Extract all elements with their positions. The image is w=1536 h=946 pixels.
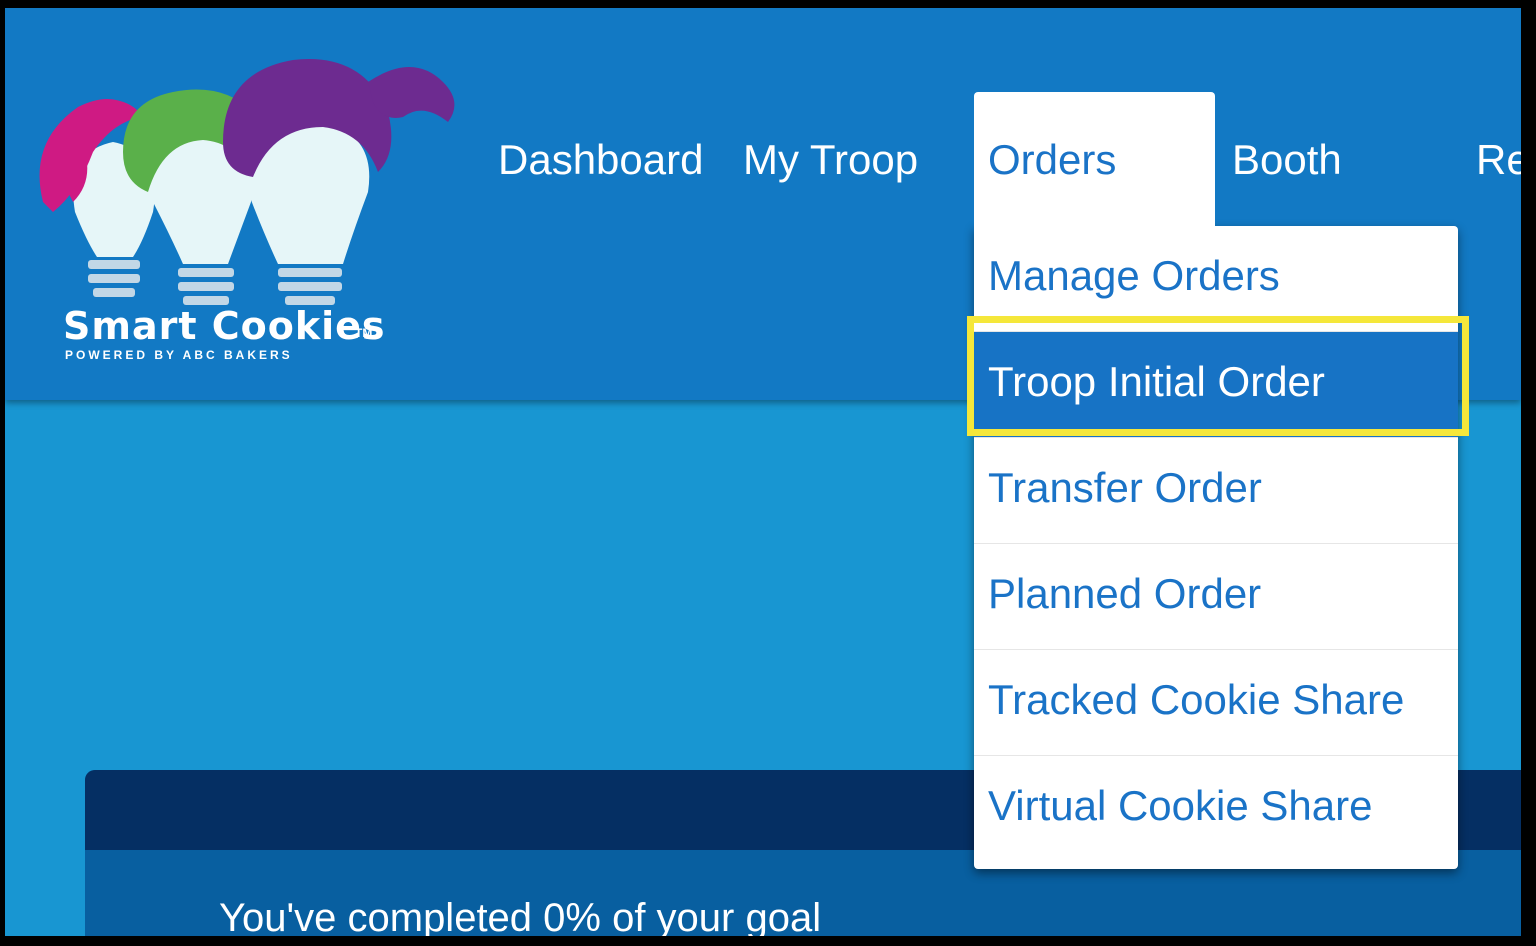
menu-item-manage-orders[interactable]: Manage Orders	[974, 226, 1458, 332]
nav-booth[interactable]: Booth	[1232, 136, 1342, 184]
orders-dropdown-menu: Manage Orders Troop Initial Order Transf…	[974, 226, 1458, 869]
menu-item-troop-initial-order[interactable]: Troop Initial Order	[974, 332, 1458, 438]
logo-mascots-icon	[39, 59, 455, 305]
menu-item-virtual-cookie-share[interactable]: Virtual Cookie Share	[974, 756, 1458, 862]
logo-name: Smart Cookies	[63, 304, 386, 348]
menu-item-tracked-cookie-share[interactable]: Tracked Cookie Share	[974, 650, 1458, 756]
nav-reports-truncated[interactable]: Re	[1476, 136, 1521, 184]
menu-item-transfer-order[interactable]: Transfer Order	[974, 438, 1458, 544]
menu-item-label: Tracked Cookie Share	[988, 676, 1405, 723]
menu-item-planned-order[interactable]: Planned Order	[974, 544, 1458, 650]
nav-dashboard[interactable]: Dashboard	[498, 136, 703, 184]
menu-item-label: Planned Order	[988, 570, 1262, 617]
menu-item-label: Troop Initial Order	[988, 358, 1325, 405]
nav-orders-tab[interactable]: Orders	[974, 92, 1215, 232]
menu-item-label: Virtual Cookie Share	[988, 782, 1373, 829]
menu-item-label: Transfer Order	[988, 464, 1262, 511]
goal-progress-text: You've completed 0% of your goal	[219, 896, 822, 936]
logo-trademark: TM	[355, 326, 373, 340]
logo-tagline: POWERED BY ABC BAKERS	[65, 348, 293, 362]
menu-item-label: Manage Orders	[988, 252, 1280, 299]
nav-my-troop[interactable]: My Troop	[743, 136, 918, 184]
nav-orders-label: Orders	[988, 136, 1117, 183]
app-frame: Smart Cookies TM POWERED BY ABC BAKERS D…	[5, 8, 1521, 936]
